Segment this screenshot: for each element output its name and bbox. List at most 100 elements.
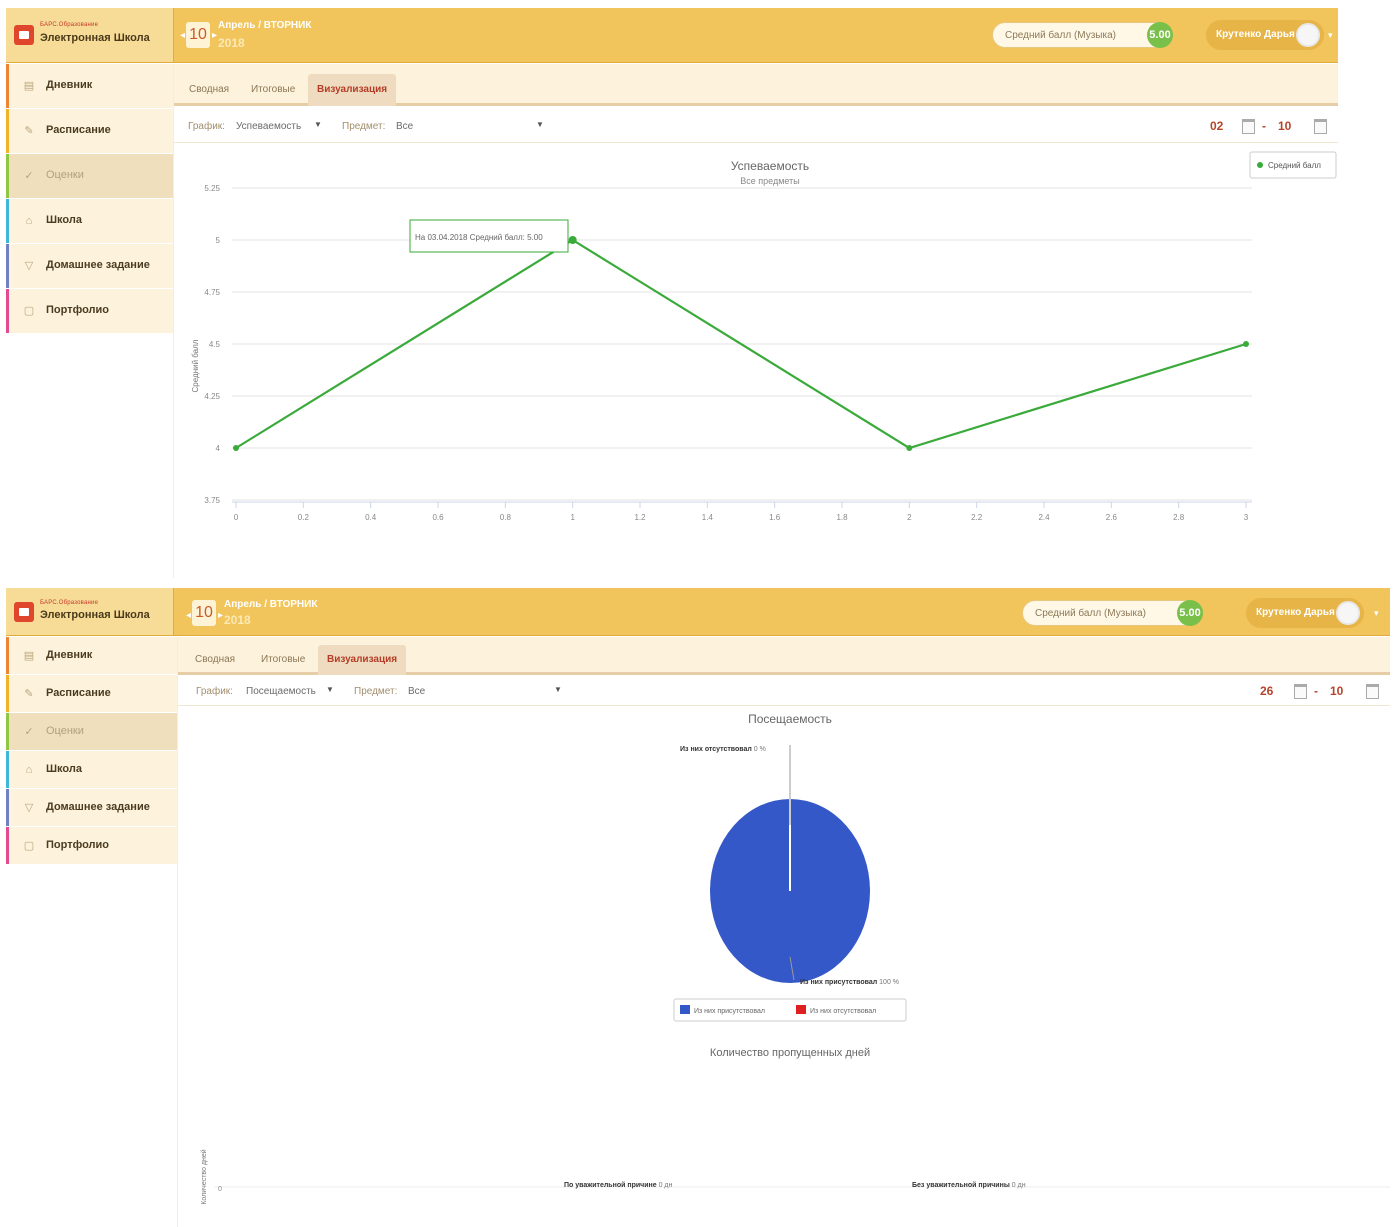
homework-icon: ▽: [24, 260, 34, 272]
calendar-icon[interactable]: [1314, 119, 1327, 134]
calendar-icon[interactable]: [1366, 684, 1379, 699]
chevron-down-icon[interactable]: ▼: [536, 120, 544, 129]
subject-label: Предмет:: [354, 686, 398, 697]
y-tick-label: 4: [216, 444, 221, 453]
tab-summary[interactable]: Сводная: [186, 645, 244, 675]
top-bar: БАРС.Образование Электронная Школа ◂ 10 …: [6, 588, 1390, 636]
average-grade-pill[interactable]: Средний балл (Музыка) 5.00: [1022, 600, 1203, 626]
chevron-down-icon[interactable]: ▼: [314, 120, 322, 129]
prev-day-icon[interactable]: ◂: [180, 30, 185, 41]
chart-legend[interactable]: Из них присутствовал Из них отсутствовал: [673, 998, 907, 1022]
user-name: Крутенко Дарья: [1256, 607, 1335, 618]
user-menu[interactable]: Крутенко Дарья: [1206, 20, 1324, 50]
y-tick-label: 3.75: [204, 496, 220, 505]
main-content: Сводная Итоговые Визуализация График: По…: [178, 637, 1390, 1227]
date-day[interactable]: 10: [186, 22, 210, 48]
sidebar-item-portfolio[interactable]: ▢ Портфолио: [6, 827, 177, 865]
sidebar-item-grades[interactable]: ✓ Оценки: [6, 154, 173, 199]
absent-cat-invalid: Без уважительной причины 0 дн: [912, 1181, 1026, 1189]
average-grade-label: Средний балл (Музыка): [1005, 30, 1116, 41]
date-from[interactable]: 26: [1260, 684, 1273, 698]
book-icon: ▤: [23, 649, 35, 662]
sidebar-item-school[interactable]: ⌂ Школа: [6, 199, 173, 244]
tab-visualization[interactable]: Визуализация: [318, 645, 407, 675]
subject-select[interactable]: Все: [396, 121, 413, 132]
sidebar-item-grades[interactable]: ✓ Оценки: [6, 713, 177, 751]
sidebar-accent: [6, 64, 9, 108]
calendar-icon[interactable]: [1242, 119, 1255, 134]
avatar: [1296, 23, 1320, 47]
sidebar-item-diary[interactable]: ▤ Дневник: [6, 64, 173, 109]
sidebar-item-schedule[interactable]: ✎ Расписание: [6, 109, 173, 154]
sidebar-item-label: Школа: [46, 214, 82, 226]
tab-visualization[interactable]: Визуализация: [308, 74, 397, 106]
next-day-icon[interactable]: ▸: [218, 610, 223, 621]
logo-title: Электронная Школа: [40, 32, 150, 44]
user-menu[interactable]: Крутенко Дарья: [1246, 598, 1364, 628]
sidebar-accent: [6, 289, 9, 333]
school-icon: ⌂: [25, 215, 33, 227]
x-tick-label: 1: [570, 513, 575, 522]
legend-label-absent[interactable]: Из них отсутствовал: [810, 1008, 876, 1015]
date-day[interactable]: 10: [192, 600, 216, 626]
app-logo[interactable]: БАРС.Образование Электронная Школа: [6, 8, 174, 62]
x-tick-label: 0.4: [365, 513, 377, 522]
average-grade-value: 5.00: [1177, 600, 1203, 626]
logo-title: Электронная Школа: [40, 609, 150, 621]
x-tick-label: 1.8: [836, 513, 848, 522]
prev-day-icon[interactable]: ◂: [186, 610, 191, 621]
sidebar-item-label: Домашнее задание: [46, 800, 150, 813]
absent-days-title: Количество пропущенных дней: [710, 1047, 870, 1059]
chevron-down-icon[interactable]: ▼: [326, 685, 334, 694]
legend-label-present[interactable]: Из них присутствовал: [694, 1008, 765, 1015]
subject-select[interactable]: Все: [408, 686, 425, 697]
sidebar-item-schedule[interactable]: ✎ Расписание: [6, 675, 177, 713]
slice-label-absent: Из них отсутствовал 0 %: [680, 746, 766, 753]
date-to[interactable]: 10: [1278, 119, 1291, 133]
sidebar-accent: [6, 827, 9, 864]
chart-legend[interactable]: Средний балл: [1249, 151, 1337, 179]
date-month-weekday: Апрель / ВТОРНИК: [218, 20, 312, 31]
chevron-down-icon[interactable]: ▾: [1328, 30, 1333, 41]
sidebar: ▤ Дневник ✎ Расписание ✓ Оценки ⌂ Школа ▽ Дом…: [6, 637, 178, 1227]
logo-icon: [14, 601, 34, 622]
date-to[interactable]: 10: [1330, 684, 1343, 698]
absent-y-tick: 0: [218, 1186, 222, 1193]
data-point: [1243, 341, 1249, 347]
sidebar-item-school[interactable]: ⌂ Школа: [6, 751, 177, 789]
logo-subtitle: БАРС.Образование: [40, 22, 99, 28]
date-from[interactable]: 02: [1210, 119, 1223, 133]
avatar: [1336, 601, 1360, 625]
sidebar-item-homework[interactable]: ▽ Домашнее задание: [6, 789, 177, 827]
sidebar-item-portfolio[interactable]: ▢ Портфолио: [6, 289, 173, 334]
portfolio-icon: ▢: [23, 839, 35, 852]
calendar-icon[interactable]: [1294, 684, 1307, 699]
average-grade-pill[interactable]: Средний балл (Музыка) 5.00: [992, 22, 1173, 48]
chart-type-select[interactable]: Успеваемость: [236, 121, 301, 132]
next-day-icon[interactable]: ▸: [212, 30, 217, 41]
tab-bar: Сводная Итоговые Визуализация: [178, 637, 1390, 675]
data-point: [568, 236, 577, 244]
average-grade-value: 5.00: [1147, 22, 1173, 48]
sidebar-item-homework[interactable]: ▽ Домашнее задание: [6, 244, 173, 289]
average-grade-label: Средний балл (Музыка): [1035, 608, 1146, 619]
screenshot-attendance: БАРС.Образование Электронная Школа ◂ 10 …: [6, 588, 1390, 1227]
x-tick-label: 2: [907, 513, 912, 522]
tab-summary[interactable]: Сводная: [180, 74, 238, 106]
tab-final[interactable]: Итоговые: [242, 74, 304, 106]
attendance-chart: Посещаемость Из них отсутствовал 0 % Из …: [200, 712, 1390, 1205]
x-tick-label: 0.2: [298, 513, 310, 522]
x-tick-label: 2.6: [1106, 513, 1118, 522]
performance-chart: Успеваемость Все предметы 3.75 4 4.25 4.5 4.…: [191, 151, 1337, 522]
app-logo[interactable]: БАРС.Образование Электронная Школа: [6, 588, 174, 635]
chevron-down-icon[interactable]: ▾: [1374, 608, 1379, 619]
sidebar-item-diary[interactable]: ▤ Дневник: [6, 637, 177, 675]
y-tick-label: 5: [216, 236, 221, 245]
sidebar-item-label: Оценки: [46, 724, 84, 737]
x-tick-label: 1.2: [634, 513, 646, 522]
chart-type-select[interactable]: Посещаемость: [246, 686, 316, 697]
chevron-down-icon[interactable]: ▼: [554, 685, 562, 694]
sidebar-item-label: Дневник: [46, 648, 93, 661]
tab-final[interactable]: Итоговые: [252, 645, 314, 675]
y-tick-label: 4.5: [209, 340, 221, 349]
